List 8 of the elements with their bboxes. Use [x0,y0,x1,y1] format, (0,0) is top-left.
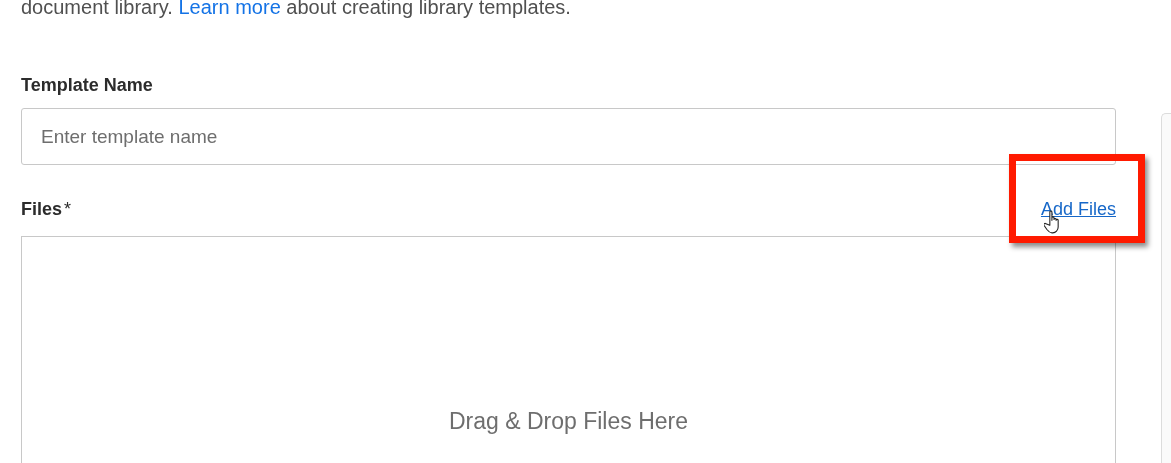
dropzone-text: Drag & Drop Files Here [449,408,688,435]
add-files-link[interactable]: Add Files [1040,198,1116,219]
drop-zone[interactable]: Drag & Drop Files Here [21,236,1116,463]
intro-text: document library. Learn more about creating library templates. [21,0,572,20]
field-label: Template Name [21,75,154,96]
template-name-field[interactable]: Enter template name [21,108,1116,165]
learn-more-link[interactable]: Learn more [178,0,281,18]
field-label: Files* [21,198,72,220]
